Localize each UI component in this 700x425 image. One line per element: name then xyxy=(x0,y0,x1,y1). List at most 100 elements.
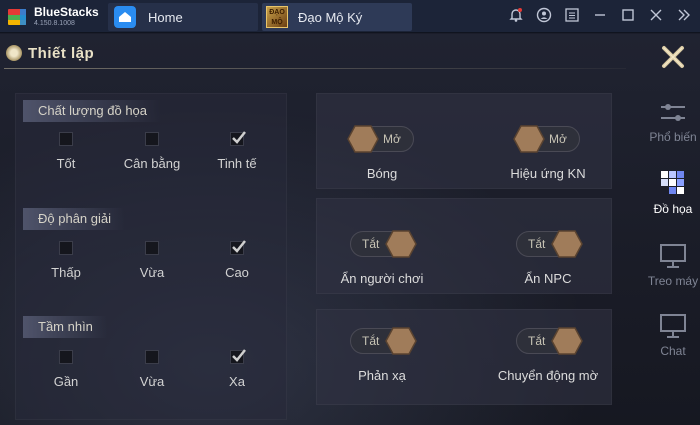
hexagon-knob-icon xyxy=(513,125,545,153)
option-xa[interactable]: Xa xyxy=(197,349,277,389)
checkbox[interactable] xyxy=(59,350,73,364)
nav-chat[interactable]: Chat xyxy=(640,312,700,358)
option-label: Gần xyxy=(53,374,79,389)
checkbox-checked[interactable] xyxy=(230,131,246,146)
toggle-switch[interactable]: Mở xyxy=(513,125,580,153)
toggle-switch[interactable]: Mở xyxy=(347,125,414,153)
tab-home[interactable]: Home xyxy=(108,3,258,31)
checkbox[interactable] xyxy=(145,241,159,255)
expand-sidebar-icon[interactable] xyxy=(676,7,692,23)
option-label: Cân bằng xyxy=(123,156,181,171)
home-icon xyxy=(114,6,136,28)
nav-label: Treo máy xyxy=(647,274,699,288)
minimize-icon[interactable] xyxy=(592,7,608,23)
toggle-hide-players[interactable]: Tắt Ẩn người chơi xyxy=(327,230,437,286)
toggle-state: Tắt xyxy=(528,237,546,251)
option-can-bang[interactable]: Cân bằng xyxy=(112,132,192,171)
app-version: 4.150.8.1008 xyxy=(34,20,75,27)
checkmark-icon xyxy=(232,349,246,362)
tab-game-label: Đạo Mộ Ký xyxy=(298,9,363,25)
bluestacks-logo-icon xyxy=(8,9,26,25)
toggle-panel-effects: Mở Bóng Mở Hiệu ứng KN xyxy=(316,93,612,189)
checkbox-checked[interactable] xyxy=(230,349,246,364)
view-distance-title: Tầm nhìn xyxy=(23,316,107,338)
option-thap[interactable]: Thấp xyxy=(26,241,106,280)
bell-icon[interactable] xyxy=(508,7,524,23)
nav-label: Phổ biến xyxy=(649,130,697,144)
option-gan[interactable]: Gần xyxy=(26,350,106,389)
monitor-icon xyxy=(660,314,686,338)
toggle-reflection[interactable]: Tắt Phản xạ xyxy=(327,327,437,383)
yin-yang-icon xyxy=(6,45,22,61)
toggle-label: Chuyển động mờ xyxy=(497,368,599,383)
settings-header: Thiết lập xyxy=(0,40,94,66)
toggle-state: Mở xyxy=(549,132,567,146)
checkmark-icon xyxy=(232,240,246,253)
account-icon[interactable] xyxy=(536,7,552,23)
nav-graphics[interactable]: Đồ họa xyxy=(640,168,700,216)
toggle-switch[interactable]: Tắt xyxy=(516,230,583,258)
option-tot[interactable]: Tốt xyxy=(26,132,106,171)
header-divider xyxy=(4,68,626,69)
option-label: Tốt xyxy=(56,156,76,171)
tab-game[interactable]: ĐẠO MỘ Đạo Mộ Ký xyxy=(262,3,412,31)
toggle-label: Bóng xyxy=(366,166,398,181)
checkbox-checked[interactable] xyxy=(230,240,246,255)
hexagon-knob-icon xyxy=(385,327,417,355)
checkmark-icon xyxy=(232,131,246,144)
option-label: Xa xyxy=(229,374,245,389)
hexagon-knob-icon xyxy=(551,230,583,258)
toggle-skill-effect[interactable]: Mở Hiệu ứng KN xyxy=(493,125,603,181)
toggle-state: Tắt xyxy=(362,237,380,251)
toggle-switch[interactable]: Tắt xyxy=(516,327,583,355)
option-tinh-te[interactable]: Tinh tế xyxy=(197,131,277,171)
bluestacks-titlebar: BlueStacks 4.150.8.1008 Home ĐẠO MỘ Đạo … xyxy=(0,0,700,33)
checkbox[interactable] xyxy=(59,241,73,255)
option-vua[interactable]: Vừa xyxy=(112,241,192,280)
close-settings-button[interactable] xyxy=(658,42,688,72)
option-label: Vừa xyxy=(139,265,165,280)
hexagon-knob-icon xyxy=(385,230,417,258)
close-window-icon[interactable] xyxy=(648,7,664,23)
toggle-switch[interactable]: Tắt xyxy=(350,327,417,355)
nav-idle[interactable]: Treo máy xyxy=(640,242,700,288)
window-controls xyxy=(508,7,692,23)
toggle-label: Ẩn người chơi xyxy=(340,271,424,286)
option-label: Thấp xyxy=(51,265,81,280)
tab-home-label: Home xyxy=(148,9,183,25)
toggle-switch[interactable]: Tắt xyxy=(350,230,417,258)
checkbox[interactable] xyxy=(59,132,73,146)
option-cao[interactable]: Cao xyxy=(197,240,277,280)
toggle-label: Hiệu ứng KN xyxy=(510,166,586,181)
toggle-state: Tắt xyxy=(362,334,380,348)
toggle-hide-npc[interactable]: Tắt Ẩn NPC xyxy=(493,230,603,286)
toggle-state: Tắt xyxy=(528,334,546,348)
hexagon-knob-icon xyxy=(347,125,379,153)
toggle-state: Mở xyxy=(383,132,401,146)
toggle-shadow[interactable]: Mở Bóng xyxy=(327,125,437,181)
option-vua[interactable]: Vừa xyxy=(112,350,192,389)
game-logo-icon: ĐẠO MỘ xyxy=(266,6,288,28)
toggle-motion-blur[interactable]: Tắt Chuyển động mờ xyxy=(493,327,603,383)
checkbox[interactable] xyxy=(145,132,159,146)
nav-label: Đồ họa xyxy=(653,202,693,216)
option-label: Vừa xyxy=(139,374,165,389)
resolution-title: Độ phân giải xyxy=(23,208,125,230)
toggle-label: Phản xạ xyxy=(358,368,406,383)
menu-icon[interactable] xyxy=(564,7,580,23)
graphics-quality-title: Chất lượng đồ họa xyxy=(23,100,162,122)
checkbox[interactable] xyxy=(145,350,159,364)
hexagon-knob-icon xyxy=(551,327,583,355)
toggle-label: Ẩn NPC xyxy=(524,271,572,286)
toggle-panel-hide: Tắt Ẩn người chơi Tắt Ẩn NPC xyxy=(316,198,612,294)
nav-label: Chat xyxy=(660,344,686,358)
monitor-icon xyxy=(660,244,686,268)
game-settings-screen: Thiết lập Chất lượng đồ họa Tốt Cân bằng… xyxy=(0,34,700,425)
sliders-icon xyxy=(661,104,685,121)
option-label: Tinh tế xyxy=(217,156,257,171)
page-title: Thiết lập xyxy=(28,44,95,62)
graphics-options-panel: Chất lượng đồ họa Tốt Cân bằng Tinh tế Đ… xyxy=(15,93,287,420)
maximize-icon[interactable] xyxy=(620,7,636,23)
nav-general[interactable]: Phổ biến xyxy=(640,100,700,144)
graphics-icon xyxy=(661,171,684,194)
